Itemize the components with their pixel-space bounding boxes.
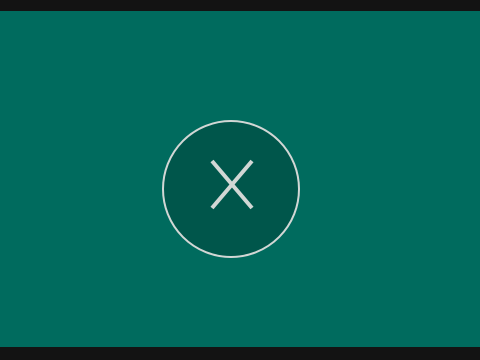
close-icon xyxy=(210,159,254,210)
close-button[interactable] xyxy=(162,120,300,258)
video-frame xyxy=(0,0,480,360)
content-panel xyxy=(0,11,480,347)
